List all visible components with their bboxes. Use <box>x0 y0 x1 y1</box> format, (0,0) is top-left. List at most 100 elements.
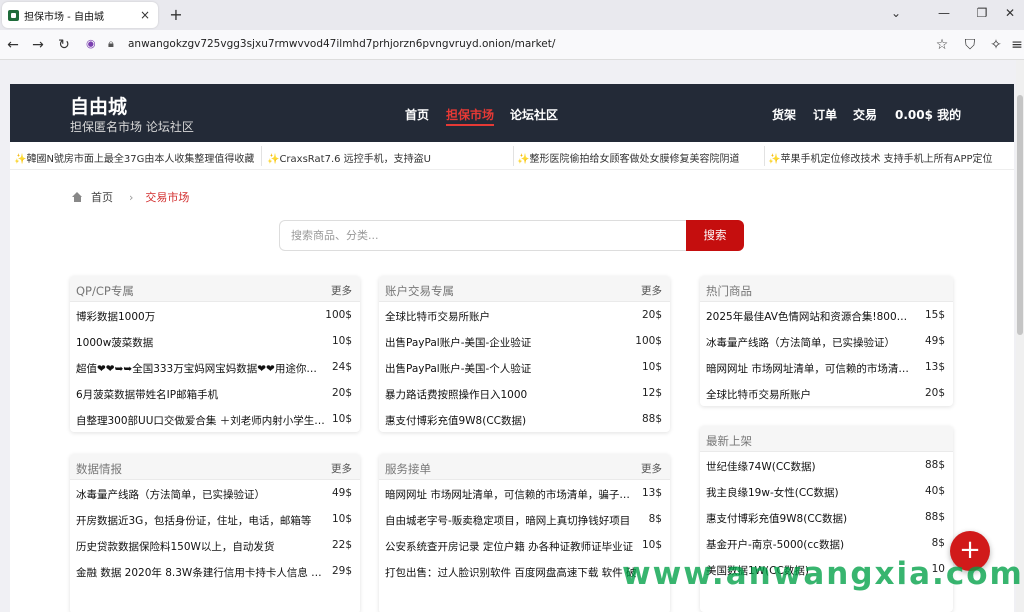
nav-trade[interactable]: 交易 <box>853 106 877 123</box>
nav-shelf[interactable]: 货架 <box>772 106 796 123</box>
list-item[interactable]: 全球比特币交易所账户 20$ <box>379 302 670 328</box>
item-name[interactable]: 基金开户-南京-5000(cc数据) <box>706 537 844 552</box>
item-name[interactable]: 冰毒量产线路（方法简单，已实操验证） <box>76 487 265 502</box>
item-name[interactable]: 冰毒量产线路（方法简单，已实操验证） <box>706 335 895 350</box>
tab-list-chevron-icon[interactable]: ⌄ <box>886 6 906 20</box>
breadcrumb-home[interactable]: 首页 <box>91 189 113 205</box>
list-item[interactable]: 基金开户-南京-5000(cc数据) 8$ <box>700 530 953 556</box>
more-link[interactable]: 更多 <box>331 283 352 298</box>
nav-market[interactable]: 担保市场 <box>446 106 495 126</box>
item-name[interactable]: 惠支付博彩充值9W8(CC数据) <box>385 413 526 428</box>
list-item[interactable]: 冰毒量产线路（方法简单，已实操验证） 49$ <box>70 480 360 506</box>
list-item[interactable]: 自由城老字号-贩卖稳定项目，暗网上真切挣钱好项目 8$ <box>379 506 670 532</box>
item-name[interactable]: 1000w菠菜数据 <box>76 335 153 350</box>
item-price: 40$ <box>924 485 945 497</box>
list-item[interactable]: 出售PayPal账户-美国-企业验证 100$ <box>379 328 670 354</box>
ticker-item[interactable]: ✨韓國N號房市面上最全37G由本人收集整理值得收藏 <box>14 150 254 165</box>
nav-home[interactable]: 首页 <box>405 106 429 123</box>
restore-icon[interactable]: ❐ <box>972 6 992 20</box>
nav-account-balance[interactable]: 0.00$ 我的 <box>895 106 961 123</box>
list-item[interactable]: 公安系统查开房记录 定位户籍 办各种证教师证毕业证 10$ <box>379 532 670 558</box>
item-name[interactable]: 暗网网址 市场网址清单，可信赖的市场清单，骗子网站 <box>706 361 911 376</box>
item-name[interactable]: 打包出售：过人脸识别软件 百度网盘高速下载 软件 破 <box>385 565 637 580</box>
list-item[interactable]: 6月菠菜数据带姓名IP邮箱手机 20$ <box>70 380 360 406</box>
item-name[interactable]: 公安系统查开房记录 定位户籍 办各种证教师证毕业证 <box>385 539 633 554</box>
item-name[interactable]: 超值❤❤➥➥全国333万宝妈网宝妈数据❤❤用途你懂的 <box>76 361 326 376</box>
list-item[interactable]: 全球比特币交易所账户 20$ <box>700 380 953 406</box>
item-name[interactable]: 暴力路话费按照操作日入1000 <box>385 387 527 402</box>
item-name[interactable]: 自整理300部UU口交做爱合集 ＋刘老师内射小学生最新 <box>76 413 326 428</box>
item-name[interactable]: 暗网网址 市场网址清单，可信赖的市场清单，骗子网站 <box>385 487 635 502</box>
ticker-item[interactable]: ✨苹果手机定位修改技术 支持手机上所有APP定位 <box>768 150 1008 165</box>
reload-icon[interactable]: ↻ <box>55 36 73 54</box>
list-item[interactable]: 暴力路话费按照操作日入1000 12$ <box>379 380 670 406</box>
new-tab-button[interactable]: + <box>166 5 186 24</box>
list-item[interactable]: 博彩数据1000万 100$ <box>70 302 360 328</box>
list-item[interactable]: 超值❤❤➥➥全国333万宝妈网宝妈数据❤❤用途你懂的 24$ <box>70 354 360 380</box>
list-item[interactable]: 惠支付博彩充值9W8(CC数据) 88$ <box>379 406 670 432</box>
item-name[interactable]: 出售PayPal账户-美国-企业验证 <box>385 335 531 350</box>
page-scrollbar[interactable] <box>1016 60 1024 612</box>
minimize-icon[interactable]: — <box>934 6 954 20</box>
item-name[interactable]: 世纪佳缘74W(CC数据) <box>706 459 816 474</box>
list-item[interactable]: 自整理300部UU口交做爱合集 ＋刘老师内射小学生最新 10$ <box>70 406 360 432</box>
nav-forum[interactable]: 论坛社区 <box>510 106 558 123</box>
breadcrumb-current: 交易市场 <box>145 191 190 204</box>
scrollbar-thumb[interactable] <box>1017 95 1023 335</box>
item-name[interactable]: 金融 数据 2020年 8.3W条建行信用卡持卡人信息 信用卡 <box>76 565 326 580</box>
more-link[interactable]: 更多 <box>331 461 352 476</box>
address-bar[interactable]: anwangokzgv725vgg3sjxu7rmwvvod47ilmhd7pr… <box>128 38 555 50</box>
announcement-ticker: ✨韓國N號房市面上最全37G由本人收集整理值得收藏 ✨CraxsRat7.6 远… <box>10 142 1014 170</box>
more-link[interactable]: 更多 <box>641 461 662 476</box>
market-page: 自由城 担保匿名市场 论坛社区 首页 担保市场 论坛社区 货架 订单 交易 0.… <box>10 84 1014 612</box>
ticker-item[interactable]: ✨CraxsRat7.6 远控手机，支持盗U <box>267 150 507 165</box>
list-item[interactable]: 暗网网址 市场网址清单，可信赖的市场清单，骗子网站 13$ <box>379 480 670 506</box>
list-item[interactable]: 惠支付博彩充值9W8(CC数据) 88$ <box>700 504 953 530</box>
forward-icon[interactable]: → <box>29 36 47 54</box>
search-button[interactable]: 搜索 <box>686 220 744 251</box>
item-name[interactable]: 全球比特币交易所账户 <box>385 309 490 324</box>
lock-icon[interactable]: 🔒︎ <box>108 37 114 51</box>
item-name[interactable]: 博彩数据1000万 <box>76 309 155 324</box>
list-item[interactable]: 出售PayPal账户-美国-个人验证 10$ <box>379 354 670 380</box>
shield-icon[interactable]: ⛉ <box>961 36 979 54</box>
bookmark-star-icon[interactable]: ☆ <box>933 36 951 54</box>
site-logo-title[interactable]: 自由城 <box>70 92 127 119</box>
item-name[interactable]: 开房数据近3G，包括身份证，住址，电话，邮箱等 <box>76 513 311 528</box>
site-logo-subtitle: 担保匿名市场 论坛社区 <box>70 120 194 134</box>
list-item[interactable]: 暗网网址 市场网址清单，可信赖的市场清单，骗子网站 13$ <box>700 354 953 380</box>
list-item[interactable]: 开房数据近3G，包括身份证，住址，电话，邮箱等 10$ <box>70 506 360 532</box>
close-window-icon[interactable]: ✕ <box>1000 6 1020 20</box>
item-name[interactable]: 历史贷款数据保险料150W以上，自动发货 <box>76 539 274 554</box>
list-item[interactable]: 金融 数据 2020年 8.3W条建行信用卡持卡人信息 信用卡 29$ <box>70 558 360 584</box>
menu-icon[interactable]: ≡ <box>1008 36 1024 54</box>
list-item[interactable]: 2025年最佳AV色情网站和资源合集!8000+ 15$ <box>700 302 953 328</box>
home-icon[interactable] <box>72 192 83 202</box>
nav-orders[interactable]: 订单 <box>813 106 837 123</box>
item-name[interactable]: 自由城老字号-贩卖稳定项目，暗网上真切挣钱好项目 <box>385 513 630 528</box>
item-price: 12$ <box>641 387 662 399</box>
list-item[interactable]: 冰毒量产线路（方法简单，已实操验证） 49$ <box>700 328 953 354</box>
tab-close-icon[interactable]: × <box>138 8 152 22</box>
item-name[interactable]: 我主良缘19w-女性(CC数据) <box>706 485 839 500</box>
list-item[interactable]: 历史贷款数据保险料150W以上，自动发货 22$ <box>70 532 360 558</box>
site-watermark: www.anwangxia.com <box>622 556 1024 592</box>
item-name[interactable]: 出售PayPal账户-美国-个人验证 <box>385 361 531 376</box>
extensions-icon[interactable]: ✧ <box>987 36 1005 54</box>
more-link[interactable]: 更多 <box>641 283 662 298</box>
list-item[interactable]: 世纪佳缘74W(CC数据) 88$ <box>700 452 953 478</box>
search-input[interactable]: 搜索商品、分类... <box>279 220 687 251</box>
list-item[interactable]: 我主良缘19w-女性(CC数据) 40$ <box>700 478 953 504</box>
ticker-item[interactable]: ✨整形医院偷拍给女顾客做处女膜修复美容院阴道 <box>517 150 757 165</box>
card-header: 服务接单 更多 <box>379 454 670 480</box>
item-name[interactable]: 2025年最佳AV色情网站和资源合集!8000+ <box>706 309 911 324</box>
back-icon[interactable]: ← <box>4 36 22 54</box>
browser-tab[interactable]: 担保市场 - 自由城 × <box>2 2 158 28</box>
item-name[interactable]: 全球比特币交易所账户 <box>706 387 811 402</box>
item-name[interactable]: 6月菠菜数据带姓名IP邮箱手机 <box>76 387 218 402</box>
item-name[interactable]: 惠支付博彩充值9W8(CC数据) <box>706 511 847 526</box>
list-item[interactable]: 1000w菠菜数据 10$ <box>70 328 360 354</box>
item-price: 20$ <box>641 309 662 321</box>
item-price: 10$ <box>331 335 352 347</box>
tor-circuit-icon[interactable]: ◉ <box>86 37 96 50</box>
